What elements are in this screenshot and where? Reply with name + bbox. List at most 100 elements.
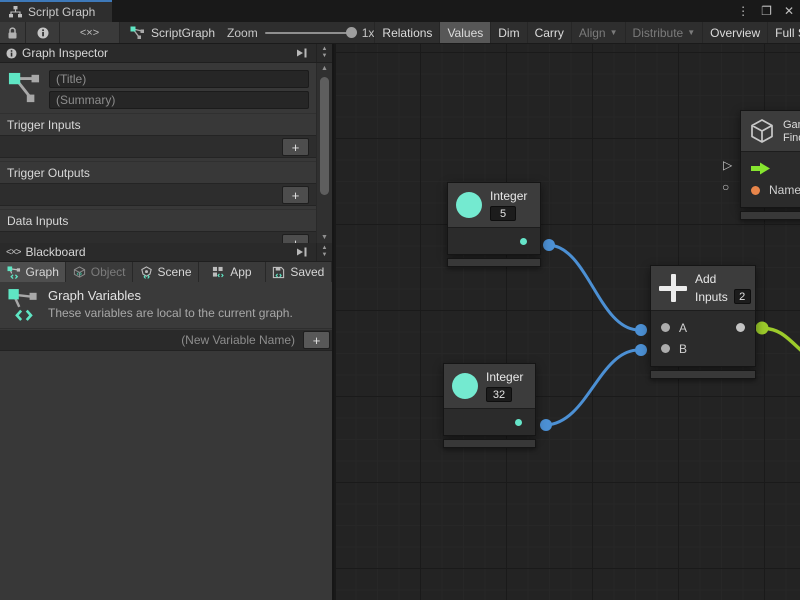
blackboard-tabs: Graph Object Scene <box>0 262 332 282</box>
scroll-up-icon[interactable]: ▲ <box>317 65 332 72</box>
node-title-line2: Find <box>783 132 800 144</box>
lock-icon <box>7 27 18 39</box>
panel-title: Blackboard <box>26 245 86 259</box>
tab-graph-variables[interactable]: Graph <box>0 262 66 282</box>
dock-panel-icon[interactable] <box>296 48 308 58</box>
integer-value-field[interactable] <box>486 387 512 402</box>
integer-literal-icon <box>452 373 478 399</box>
integer-output-port[interactable] <box>515 419 522 426</box>
dock-panel-icon[interactable] <box>296 247 308 257</box>
node-integer-5[interactable]: Integer <box>447 182 541 267</box>
overview-button[interactable]: Overview <box>702 22 767 43</box>
node-title: Add <box>695 272 751 286</box>
tab-object-variables[interactable]: Object <box>66 262 132 282</box>
panel-reorder-buttons[interactable]: ▲▼ <box>316 44 332 62</box>
trigger-port-indicator-icon: ▷ <box>723 158 732 172</box>
window-menu-icon[interactable]: ⋮ <box>737 4 749 18</box>
info-icon <box>37 27 49 39</box>
new-variable-input[interactable] <box>0 330 302 350</box>
section-trigger-inputs: Trigger Inputs <box>0 113 316 135</box>
distribute-dropdown[interactable]: Distribute ▼ <box>625 22 703 43</box>
graph-variables-icon <box>8 288 38 322</box>
chevron-down-icon: ▼ <box>610 28 618 37</box>
app-icon <box>212 266 225 279</box>
code-view-button[interactable]: <×> <box>60 22 120 43</box>
graph-hierarchy-icon <box>9 6 22 18</box>
port-label-name: Name <box>769 183 800 197</box>
scroll-down-icon[interactable]: ▼ <box>317 234 332 241</box>
section-data-inputs: Data Inputs <box>0 209 316 231</box>
wire-endpoint-dot <box>543 239 555 251</box>
add-trigger-output-button[interactable]: + <box>282 186 309 204</box>
trigger-inputs-list: + <box>0 135 316 158</box>
node-gameobject-find[interactable]: Game Object Find Name <box>740 110 800 220</box>
node-title: Integer <box>490 189 527 203</box>
gameobject-cube-icon <box>749 118 775 144</box>
integer-output-port[interactable] <box>520 238 527 245</box>
script-graph-window: Script Graph ⋮ ❐ ✕ <×> <box>0 0 800 600</box>
tab-scene-variables[interactable]: Scene <box>133 262 199 282</box>
wire-int32-to-addB <box>546 350 639 425</box>
node-add[interactable]: Add Inputs A B <box>650 265 756 379</box>
blackboard-icon: <×> <box>6 247 21 258</box>
window-close-icon[interactable]: ✕ <box>784 4 794 18</box>
section-trigger-outputs: Trigger Outputs <box>0 161 316 183</box>
sidebar: Graph Inspector ▲▼ <box>0 44 334 600</box>
node-title: Integer <box>486 370 523 384</box>
input-port-b[interactable] <box>661 344 670 353</box>
integer-value-field[interactable] <box>490 206 516 221</box>
tab-saved-variables[interactable]: Saved <box>266 262 332 282</box>
tab-script-graph[interactable]: Script Graph <box>0 0 112 22</box>
graph-canvas[interactable]: Integer Integer <box>336 44 800 600</box>
port-label-a: A <box>679 321 687 335</box>
fullscreen-button[interactable]: Full Screen <box>767 22 800 43</box>
new-variable-row: + <box>0 330 332 351</box>
values-button[interactable]: Values <box>439 22 490 43</box>
relations-button[interactable]: Relations <box>374 22 439 43</box>
graph-inspector-body: Trigger Inputs + Trigger Outputs + Data … <box>0 63 332 243</box>
carry-button[interactable]: Carry <box>527 22 571 43</box>
zoom-label: Zoom <box>227 26 258 40</box>
node-footer <box>650 370 756 379</box>
add-variable-button[interactable]: + <box>303 331 330 349</box>
add-output-port[interactable] <box>736 323 745 332</box>
port-label-b: B <box>679 342 687 356</box>
zoom-control: Zoom 1x <box>227 22 374 43</box>
object-cube-icon <box>73 266 86 279</box>
node-integer-32[interactable]: Integer <box>443 363 536 448</box>
lock-button[interactable] <box>0 22 26 43</box>
panel-title: Graph Inspector <box>22 46 108 60</box>
script-graph-icon <box>130 26 145 39</box>
input-port-a[interactable] <box>661 323 670 332</box>
window-maximize-icon[interactable]: ❐ <box>761 4 772 18</box>
tab-bar: Script Graph ⋮ ❐ ✕ <box>0 0 800 22</box>
wire-endpoint-dot <box>756 322 769 335</box>
value-port-indicator-icon: ○ <box>722 180 729 194</box>
blackboard-empty-area <box>0 352 332 600</box>
zoom-slider-knob[interactable] <box>346 27 357 38</box>
add-inputs-count-field[interactable] <box>734 289 751 304</box>
graph-variables-icon <box>7 266 21 279</box>
inspector-scrollbar[interactable]: ▲ ▼ <box>316 63 332 243</box>
node-footer <box>443 439 536 448</box>
dim-button[interactable]: Dim <box>490 22 526 43</box>
graph-toolbar: <×> ScriptGraph Zoom 1x Relations Values… <box>0 22 800 44</box>
tab-app-variables[interactable]: App <box>199 262 265 282</box>
wire-endpoint-dot <box>635 344 647 356</box>
saved-disk-icon <box>272 266 285 279</box>
scrollbar-thumb[interactable] <box>320 77 329 195</box>
wire-endpoint-dot <box>635 324 647 336</box>
trigger-input-port[interactable] <box>751 162 771 175</box>
node-footer <box>740 211 800 220</box>
trigger-outputs-list: + <box>0 183 316 206</box>
zoom-slider[interactable] <box>265 32 355 34</box>
tab-title: Script Graph <box>28 5 95 19</box>
add-trigger-input-button[interactable]: + <box>282 138 309 156</box>
graph-title-field[interactable] <box>49 70 309 88</box>
panel-reorder-buttons[interactable]: ▲▼ <box>316 243 332 261</box>
chevron-down-icon: ▼ <box>687 28 695 37</box>
info-button[interactable] <box>26 22 60 43</box>
align-dropdown[interactable]: Align ▼ <box>571 22 625 43</box>
name-input-port[interactable] <box>751 186 760 195</box>
graph-summary-field[interactable] <box>49 91 309 109</box>
